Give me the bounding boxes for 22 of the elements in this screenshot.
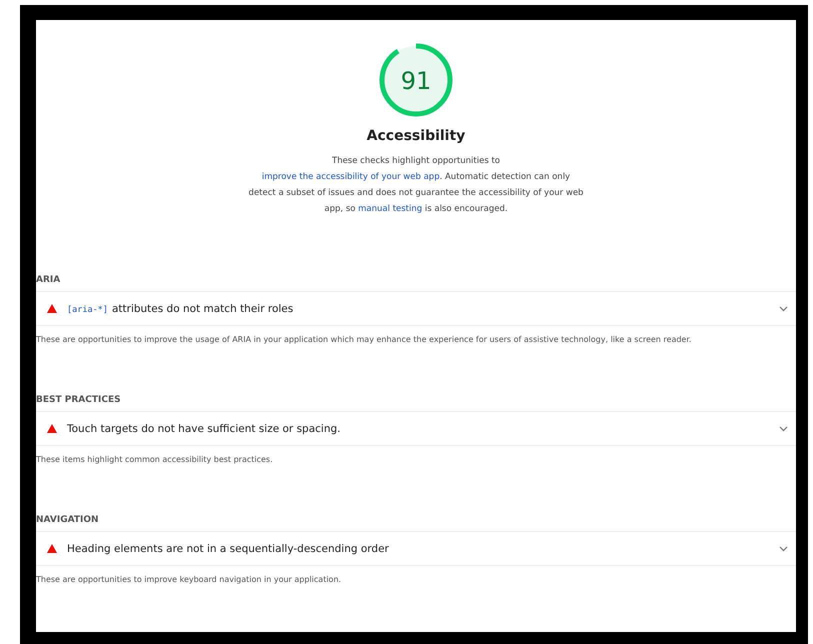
audit-row[interactable]: Touch targets do not have sufficient size or spacing. (36, 411, 796, 446)
audit-row[interactable]: Heading elements are not in a sequentially-descending order (36, 531, 796, 566)
chevron-icon (779, 546, 788, 552)
chevron-icon (779, 426, 788, 432)
group-description: These are opportunities to improve the usage of ARIA in your application which may enhance the experience for users of assistive technology, like a screen reader. (36, 334, 692, 344)
doc-link[interactable]: improve the accessibility of your web app (262, 172, 440, 182)
warning-triangle-icon (47, 544, 57, 553)
group-heading: BEST PRACTICES (36, 395, 122, 407)
group-description: These are opportunities to improve keyboard navigation in your application. (36, 574, 342, 584)
chevron-icon (779, 306, 788, 312)
group-description: These items highlight common accessibility best practices. (36, 454, 274, 464)
category-description: These checks highlight opportunities to improve the accessibility of your web app. Automatic detection can only detect a subset of issues and does not guarantee the accessibility of your web app, so manual testing is also encouraged. (248, 155, 584, 216)
warning-triangle-icon (47, 424, 57, 433)
doc-link[interactable]: manual testing (358, 204, 422, 214)
warning-triangle-icon (47, 304, 57, 313)
group-heading: ARIA (36, 275, 62, 287)
audit-title: Touch targets do not have sufficient size or spacing. (67, 422, 342, 434)
category-title: Accessibility (366, 128, 466, 144)
audit-title: Heading elements are not in a sequentially-descending order (67, 542, 390, 554)
audit-row[interactable]: [aria-*] attributes do not match their roles (36, 291, 796, 326)
audit-title: [aria-*] attributes do not match their roles (67, 302, 294, 314)
group-heading: NAVIGATION (36, 515, 100, 527)
